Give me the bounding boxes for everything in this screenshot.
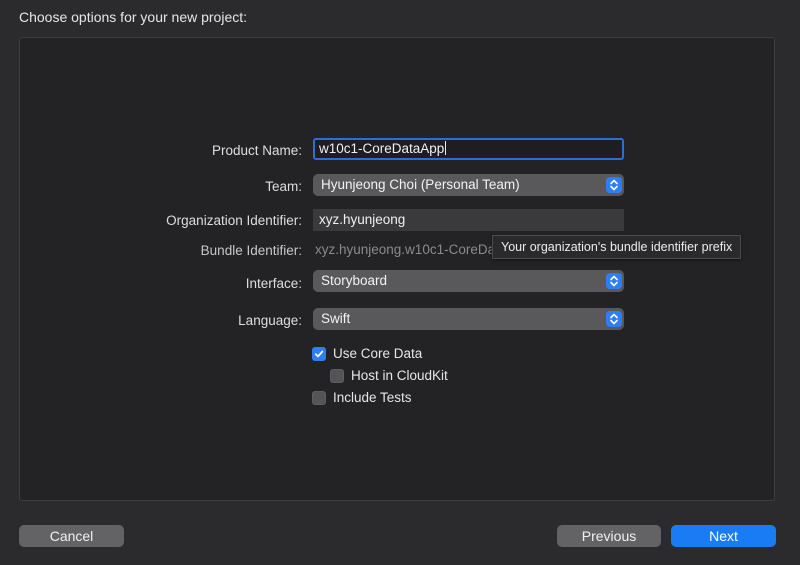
use-core-data-checkbox[interactable]: Use Core Data (312, 346, 422, 361)
include-tests-checkbox[interactable]: Include Tests (312, 390, 412, 405)
host-in-cloudkit-checkbox[interactable]: Host in CloudKit (330, 368, 448, 383)
host-in-cloudkit-label: Host in CloudKit (351, 368, 448, 383)
options-panel (19, 37, 775, 501)
org-id-field[interactable]: xyz.hyunjeong (313, 209, 624, 231)
checkmark-icon (312, 346, 326, 361)
interface-popup[interactable]: Storyboard (313, 270, 624, 292)
language-popup[interactable]: Swift (313, 308, 624, 330)
dialog-title: Choose options for your new project: (19, 9, 248, 25)
checkbox-empty-icon (312, 390, 326, 405)
chevron-up-down-icon (606, 177, 622, 193)
include-tests-label: Include Tests (333, 390, 412, 405)
team-label: Team: (265, 179, 302, 194)
previous-button[interactable]: Previous (557, 525, 661, 547)
interface-label: Interface: (245, 276, 302, 291)
tooltip: Your organization's bundle identifier pr… (492, 235, 742, 259)
language-value: Swift (321, 311, 351, 326)
product-name-value: w10c1-CoreDataApp (319, 141, 445, 156)
bundle-id-label: Bundle Identifier: (200, 243, 302, 258)
team-value: Hyunjeong Choi (Personal Team) (321, 177, 520, 192)
org-id-label: Organization Identifier: (166, 213, 302, 228)
checkbox-empty-icon (330, 368, 344, 383)
interface-value: Storyboard (321, 273, 388, 288)
product-name-label: Product Name: (211, 143, 302, 158)
chevron-up-down-icon (606, 311, 622, 327)
chevron-up-down-icon (606, 273, 622, 289)
next-button[interactable]: Next (671, 525, 776, 547)
team-popup[interactable]: Hyunjeong Choi (Personal Team) (313, 174, 624, 196)
product-name-field[interactable]: w10c1-CoreDataApp (313, 138, 624, 160)
text-caret (445, 141, 447, 155)
use-core-data-label: Use Core Data (333, 346, 423, 361)
bundle-id-value: xyz.hyunjeong.w10c1-CoreDa (315, 242, 493, 257)
language-label: Language: (238, 313, 302, 328)
cancel-button[interactable]: Cancel (19, 525, 124, 547)
